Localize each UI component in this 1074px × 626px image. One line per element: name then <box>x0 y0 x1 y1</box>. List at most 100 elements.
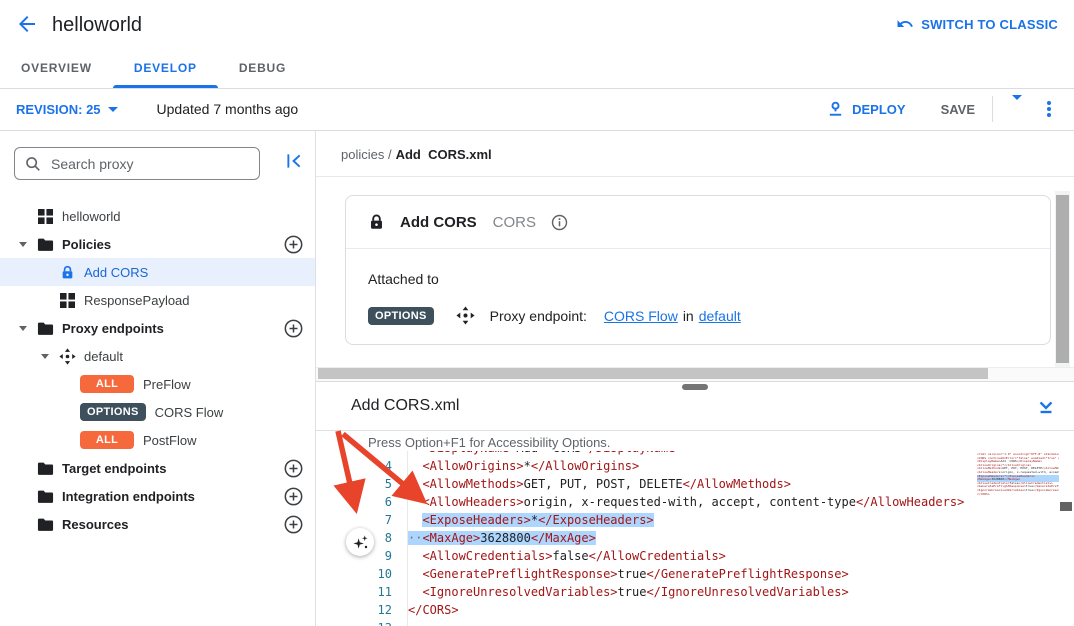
policy-summary-card: Add CORS CORS Attached to OPTIONS Proxy … <box>345 195 1051 345</box>
collapse-sidebar-icon[interactable] <box>286 153 303 169</box>
proxy-explorer-sidebar: helloworld Policies Add CORS ResponsePayloa… <box>0 131 316 626</box>
add-button[interactable] <box>284 515 303 534</box>
sidebar-item-resources[interactable]: Resources <box>0 510 315 538</box>
folder-icon <box>36 515 54 533</box>
gemini-sparkle-button[interactable] <box>346 528 374 556</box>
add-button[interactable] <box>284 319 303 338</box>
code-line[interactable]: <AllowHeaders>origin, x-requested-with, … <box>408 493 964 511</box>
app-header: helloworld SWITCH TO CLASSIC <box>0 0 1074 48</box>
folder-icon <box>36 487 54 505</box>
add-button[interactable] <box>284 235 303 254</box>
sidebar-item-label: ResponsePayload <box>84 293 190 308</box>
breadcrumb-prefix[interactable]: policies / <box>341 147 392 162</box>
line-number: 4 <box>316 457 392 475</box>
deploy-label: DEPLOY <box>852 102 905 117</box>
chevron-down-icon <box>1012 95 1022 117</box>
revision-label: REVISION: 25 <box>16 102 101 117</box>
overview-selection-mark <box>1060 502 1072 511</box>
folder-icon <box>36 235 54 253</box>
sidebar-item-postflow[interactable]: ALL PostFlow <box>0 426 315 454</box>
sidebar-item-helloworld[interactable]: helloworld <box>0 202 315 230</box>
caret-down-icon[interactable] <box>36 354 54 359</box>
code-line[interactable]: <IgnoreUnresolvedVariables>true</IgnoreU… <box>408 583 849 601</box>
endpoint-crosshair-icon <box>456 306 475 325</box>
policy-title: Add CORS <box>400 214 477 231</box>
back-arrow-icon[interactable] <box>15 12 39 36</box>
endpoint-icon <box>58 347 76 365</box>
tab-debug[interactable]: DEBUG <box>218 48 307 88</box>
info-icon[interactable] <box>551 214 568 231</box>
line-number: 11 <box>316 583 392 601</box>
policy-card-header: Add CORS CORS <box>346 196 1050 249</box>
sidebar-item-label: PostFlow <box>143 433 196 448</box>
tab-develop[interactable]: DEVELOP <box>113 48 218 88</box>
endpoint-label: Proxy endpoint: <box>490 308 587 324</box>
sidebar-item-policies[interactable]: Policies <box>0 230 315 258</box>
apigee-develop-page: helloworld SWITCH TO CLASSIC OVERVIEWDEV… <box>0 0 1074 626</box>
add-button[interactable] <box>284 487 303 506</box>
sidebar-item-label: helloworld <box>62 209 121 224</box>
line-number: 10 <box>316 565 392 583</box>
more-options-button[interactable] <box>1040 99 1058 119</box>
deploy-icon <box>826 100 845 119</box>
save-options-dropdown[interactable] <box>1008 96 1026 122</box>
line-number: 7 <box>316 511 392 529</box>
collapse-panel-icon[interactable] <box>1036 397 1056 417</box>
sidebar-item-proxy-endpoints[interactable]: Proxy endpoints <box>0 314 315 342</box>
code-line[interactable]: <AllowOrigins>*</AllowOrigins> <box>408 457 639 475</box>
add-button[interactable] <box>284 459 303 478</box>
minimap[interactable]: <?xml version="1.0" encoding="UTF-8" sta… <box>977 451 1059 626</box>
line-number: 13 <box>316 619 392 626</box>
flow-link[interactable]: CORS Flow <box>604 308 678 324</box>
search-box <box>14 147 260 180</box>
save-button[interactable]: SAVE <box>941 102 975 117</box>
proxy-icon <box>36 207 54 225</box>
sidebar-item-add-cors[interactable]: Add CORS <box>0 258 315 286</box>
code-line[interactable]: <AllowCredentials>false</AllowCredential… <box>408 547 726 565</box>
switch-to-classic-button[interactable]: SWITCH TO CLASSIC <box>896 0 1058 48</box>
policy-type: CORS <box>493 214 536 231</box>
undo-icon <box>896 15 914 33</box>
overview-ruler <box>1059 451 1074 626</box>
sidebar-item-label: CORS Flow <box>155 405 224 420</box>
sidebar-item-integration-endpoints[interactable]: Integration endpoints <box>0 482 315 510</box>
sidebar-item-label: default <box>84 349 123 364</box>
revision-dropdown[interactable]: REVISION: 25 <box>16 102 118 117</box>
proxy-tree: helloworld Policies Add CORS ResponsePayloa… <box>0 202 315 538</box>
lock-icon <box>58 263 76 281</box>
proxy-icon <box>58 291 76 309</box>
sidebar-item-label: Integration endpoints <box>62 489 195 504</box>
conjunction-text: in <box>683 308 694 324</box>
code-line[interactable]: <ExposeHeaders>*</ExposeHeaders> <box>408 511 654 529</box>
breadcrumb-current: Add CORS.xml <box>396 147 492 162</box>
sidebar-item-preflow[interactable]: ALLPreFlow <box>0 370 315 398</box>
code-line[interactable]: <GeneratePreflightResponse>true</Generat… <box>408 565 849 583</box>
vertical-scrollbar-thumb[interactable] <box>1056 195 1069 363</box>
search-input[interactable] <box>49 155 259 173</box>
sidebar-item-label: Add CORS <box>84 265 148 280</box>
code-line[interactable]: </CORS> <box>408 601 459 619</box>
sidebar-item-cors-flow[interactable]: OPTIONSCORS Flow <box>0 398 315 426</box>
caret-down-icon[interactable] <box>14 242 32 247</box>
minimap-line: </CORS> <box>977 493 1059 497</box>
code-editor[interactable]: <DisplayName>Add CORS</DisplayName>4 <Al… <box>316 451 1074 626</box>
panel-resize-handle[interactable] <box>682 384 708 390</box>
deploy-button[interactable]: DEPLOY <box>826 100 905 119</box>
horizontal-scrollbar-thumb[interactable] <box>318 368 988 379</box>
code-line[interactable]: ··<MaxAge>3628800</MaxAge> <box>408 529 596 547</box>
sidebar-item-responsepayload[interactable]: ResponsePayload <box>0 286 315 314</box>
folder-icon <box>36 459 54 477</box>
line-number: 5 <box>316 475 392 493</box>
line-number: 12 <box>316 601 392 619</box>
search-icon <box>24 155 42 173</box>
attached-to-label: Attached to <box>368 271 1028 287</box>
sidebar-item-label: PreFlow <box>143 377 191 392</box>
sidebar-item-default[interactable]: default <box>0 342 315 370</box>
method-badge: ALL <box>80 431 134 449</box>
endpoint-link[interactable]: default <box>699 308 741 324</box>
caret-down-icon[interactable] <box>14 326 32 331</box>
sidebar-item-target-endpoints[interactable]: Target endpoints <box>0 454 315 482</box>
sidebar-item-label: Proxy endpoints <box>62 321 164 336</box>
tab-overview[interactable]: OVERVIEW <box>0 48 113 88</box>
code-line[interactable]: <AllowMethods>GET, PUT, POST, DELETE</Al… <box>408 475 791 493</box>
